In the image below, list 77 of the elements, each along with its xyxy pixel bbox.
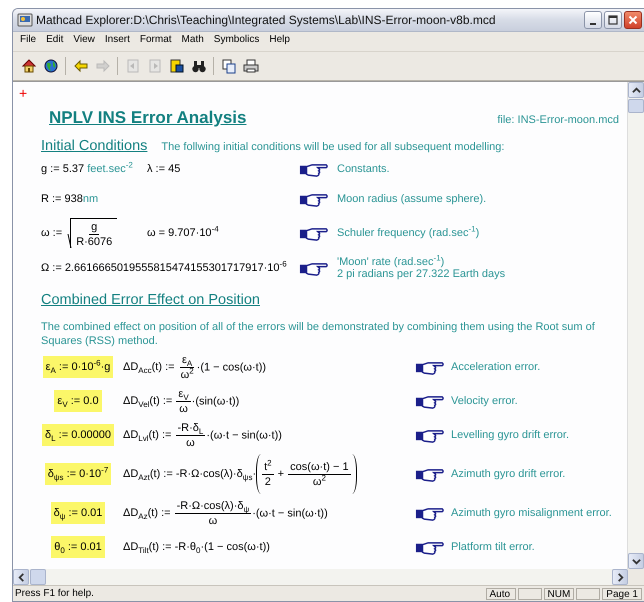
pointing-hand-icon: [415, 428, 445, 442]
printer-icon[interactable]: [241, 56, 260, 76]
math-expression: ω := g R·6076: [41, 218, 147, 248]
menu-item[interactable]: Math: [176, 34, 209, 49]
note-text: Schuler frequency (rad.sec$^{-1}$): [337, 227, 480, 239]
file-note: file: INS-Error-moon.mcd: [497, 114, 619, 126]
menu-item[interactable]: Insert: [100, 34, 135, 49]
math-expression: g := 5.37 feet.sec$^{-2}$: [41, 163, 134, 175]
scroll-left-button[interactable]: [13, 569, 29, 585]
math-expression: λ := 45: [147, 163, 182, 175]
note-text: 'Moon' rate (rad.sec$^{-1}$): [337, 256, 446, 268]
pointing-hand-icon: [299, 192, 329, 206]
pointing-hand-icon: [415, 506, 445, 520]
caret-up-icon: [632, 86, 640, 94]
math-expression: Ω := 2.6616665019555815474155301717917·10$^{-6}$: [41, 262, 288, 274]
menu-item[interactable]: Edit: [41, 34, 68, 49]
math-expression: δ$_{L}$ := 0.00000: [42, 424, 114, 446]
menu-item[interactable]: Help: [264, 34, 295, 49]
note-text: 2 pi radians per 27.322 Earth days: [337, 268, 506, 280]
app-icon: [17, 12, 33, 28]
home-icon[interactable]: [19, 56, 38, 76]
menu-item[interactable]: File: [15, 34, 42, 49]
pointing-hand-icon: [415, 540, 445, 554]
status-panel: Auto: [486, 588, 516, 600]
math-expression: δ$_{ψs}$ := 0·10$^{-7}$: [44, 463, 112, 485]
scroll-thumb[interactable]: [30, 569, 46, 585]
math-expression: θ$_{0}$ := 0.01: [51, 536, 105, 558]
status-panel: [576, 588, 600, 600]
status-message: Press F1 for help.: [15, 588, 95, 599]
horizontal-scrollbar[interactable]: [13, 569, 644, 585]
status-panel: Page 1: [602, 588, 642, 600]
math-expression: ε$_{V}$ := 0.0: [54, 390, 102, 412]
note-text: Acceleration error.: [451, 361, 542, 373]
status-panel: NUM: [544, 588, 574, 600]
pointing-hand-icon: [415, 360, 445, 374]
menu-item[interactable]: View: [68, 34, 100, 49]
note-text: Levelling gyro drift error.: [451, 429, 570, 441]
note-text: Azimuth gyro misalignment error.: [451, 507, 613, 519]
close-button[interactable]: [624, 11, 642, 29]
note-text: Moon radius (assume sphere).: [337, 193, 488, 205]
window-title: Mathcad Explorer:D:\Chris\Teaching\Integrated Systems\Lab\INS-Error-moon-v8b.mcd: [36, 13, 497, 27]
minimize-icon: [590, 22, 596, 24]
scroll-right-button[interactable]: [612, 569, 628, 585]
math-expression: ω = 9.707·10$^{-4}$: [147, 227, 220, 239]
minimize-button[interactable]: [584, 11, 602, 29]
vertical-scrollbar[interactable]: [627, 82, 644, 569]
scroll-up-button[interactable]: [628, 82, 644, 98]
section-heading: Initial Conditions: [41, 138, 148, 154]
section-text: The combined effect on position of all of the errors will be demonstrated by combining them using the Root sum of Squares (RSS) method.: [41, 320, 596, 348]
pointing-hand-icon: [299, 162, 329, 176]
section-heading: Combined Error Effect on Position: [41, 292, 260, 308]
scroll-down-button[interactable]: [628, 553, 644, 569]
pointing-hand-icon: [299, 260, 329, 276]
worksheet-title: NPLV INS Error Analysis: [49, 108, 248, 128]
note-text: Velocity error.: [451, 395, 519, 407]
math-expression: δ$_{ψ}$ := 0.01: [50, 502, 106, 524]
pointing-hand-icon: [415, 394, 445, 408]
caret-left-icon: [16, 572, 26, 582]
pointing-hand-icon: [415, 466, 445, 482]
math-expression: R := 938nm: [41, 193, 100, 205]
math-expression: ε$_{A}$ := 0·10$^{-6}$·g: [42, 356, 114, 378]
math-expression: ΔD$_{Tilt}$(t) := -R·θ$_{0}$·(1 − cos(ω·t)): [123, 541, 271, 553]
caret-down-icon: [632, 556, 640, 566]
insertion-cursor: +: [19, 86, 28, 100]
status-panel: [518, 588, 542, 600]
note-text: Constants.: [337, 163, 391, 175]
note-text: Azimuth gyro drift error.: [451, 468, 566, 480]
caret-right-icon: [616, 572, 624, 582]
scroll-thumb[interactable]: [628, 99, 644, 113]
section-text: The follwing initial conditions will be used for all subsequent modelling:: [161, 141, 504, 153]
note-text: Platform tilt error.: [451, 541, 536, 553]
maximize-button[interactable]: [604, 11, 622, 29]
close-icon: [627, 14, 639, 26]
menu-item[interactable]: Format: [134, 34, 177, 49]
menu-item[interactable]: Symbolics: [208, 34, 264, 49]
pointing-hand-icon: [299, 226, 329, 240]
maximize-icon: [607, 14, 619, 26]
